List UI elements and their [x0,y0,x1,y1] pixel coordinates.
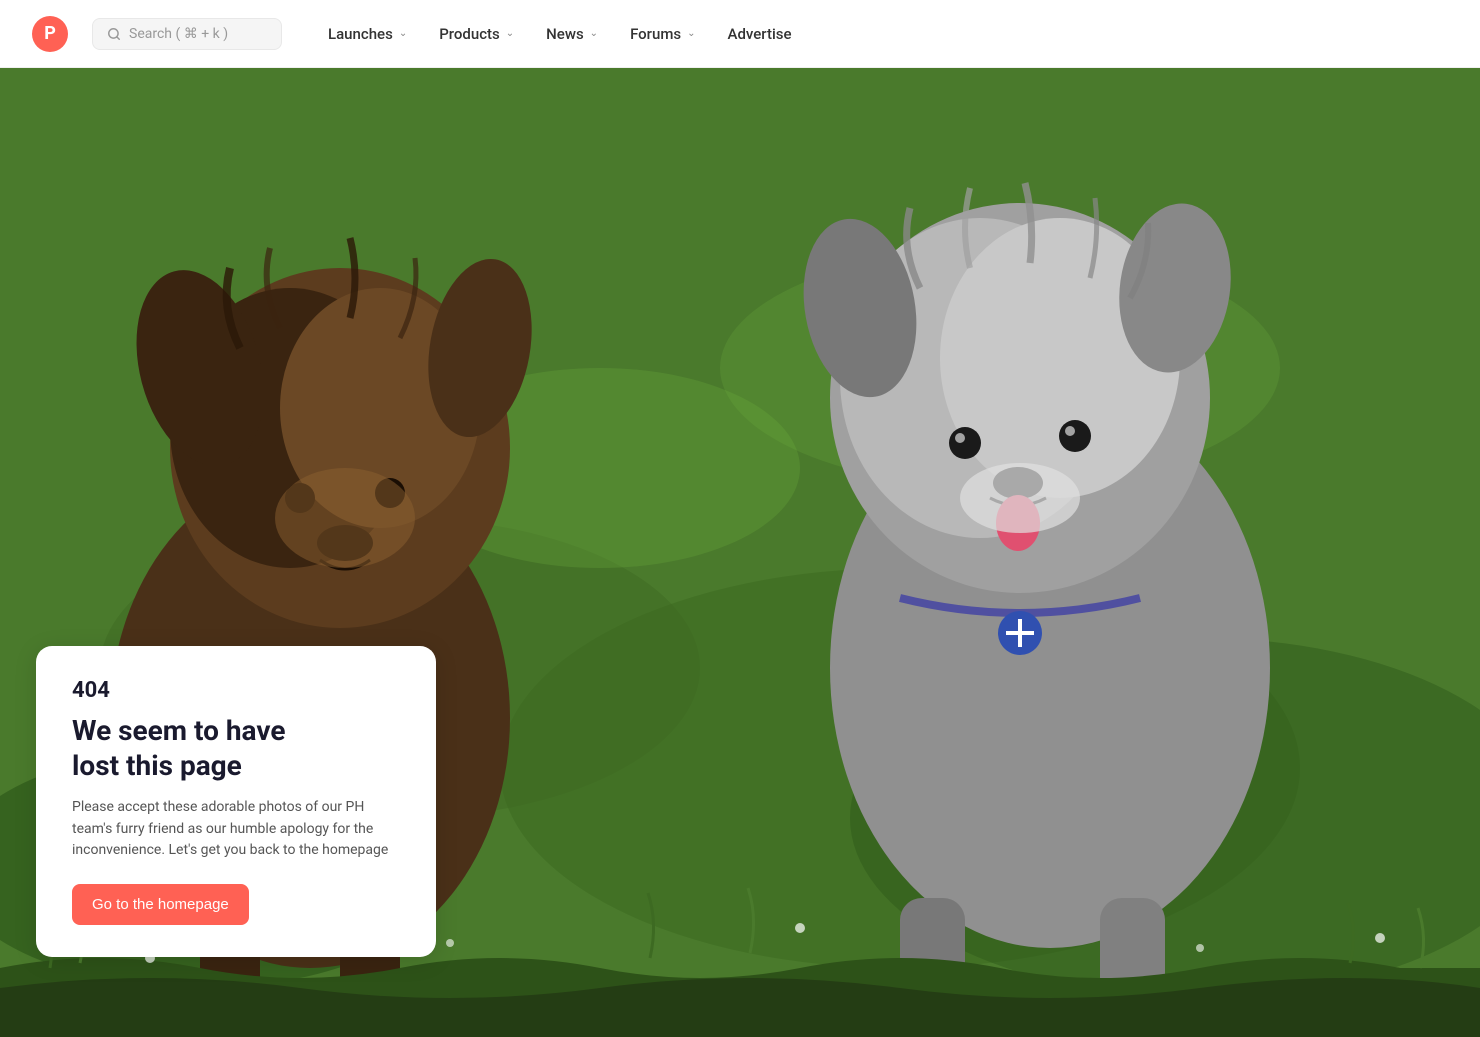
search-box[interactable]: Search ( ⌘ + k ) [92,18,282,50]
error-card: 404 We seem to have lost this page Pleas… [36,646,436,957]
chevron-down-icon: ⌄ [687,28,695,39]
nav-item-products[interactable]: Products ⌄ [425,17,528,51]
navbar: P Search ( ⌘ + k ) Launches ⌄ Products ⌄… [0,0,1480,68]
nav-item-launches[interactable]: Launches ⌄ [314,17,421,51]
logo-icon: P [32,16,68,52]
hero-background: 404 We seem to have lost this page Pleas… [0,68,1480,1037]
go-to-homepage-button[interactable]: Go to the homepage [72,884,249,925]
logo[interactable]: P [32,16,68,52]
nav-items: Launches ⌄ Products ⌄ News ⌄ Forums ⌄ Ad… [314,17,806,51]
chevron-down-icon: ⌄ [506,28,514,39]
error-title: We seem to have lost this page [72,713,400,783]
chevron-down-icon: ⌄ [590,28,598,39]
nav-item-advertise[interactable]: Advertise [714,17,806,51]
error-code: 404 [72,678,400,703]
search-icon [107,27,121,41]
search-placeholder: Search ( ⌘ + k ) [129,26,228,42]
chevron-down-icon: ⌄ [399,28,407,39]
nav-item-forums[interactable]: Forums ⌄ [616,17,709,51]
nav-item-news[interactable]: News ⌄ [532,17,612,51]
error-description: Please accept these adorable photos of o… [72,797,400,862]
